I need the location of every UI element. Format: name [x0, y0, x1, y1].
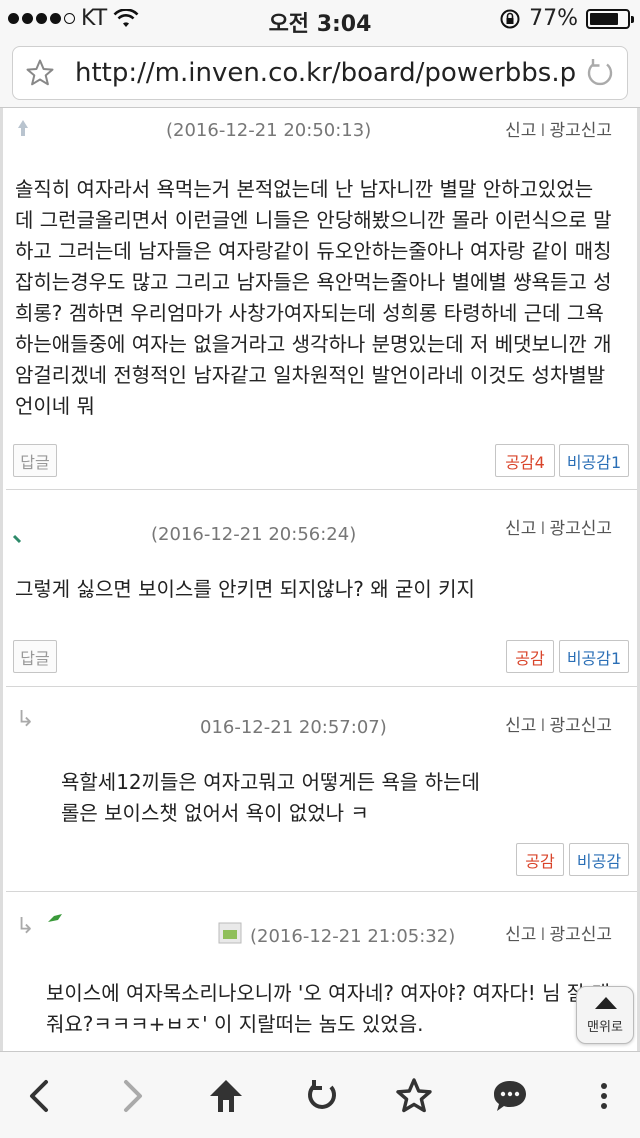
comment-report-links: 신고 I 광고신고	[505, 716, 612, 736]
reload-icon[interactable]	[583, 56, 617, 90]
like-button[interactable]: 공감4	[495, 444, 555, 477]
scroll-to-top-label: 맨위로	[587, 1020, 623, 1035]
status-bar: KT 오전 3:04 77%	[0, 0, 640, 40]
reply-button[interactable]: 답글	[13, 640, 57, 673]
comment-report-links: 신고 I 광고신고	[505, 519, 612, 539]
url-text[interactable]: http://m.inven.co.kr/board/powerbbs.p...	[75, 58, 575, 88]
battery-icon	[586, 8, 634, 29]
caret-up-icon	[595, 997, 617, 1009]
browser-address-area: http://m.inven.co.kr/board/powerbbs.p...	[0, 40, 640, 108]
comment-body: 그렇게 싫으면 보이스를 안키면 되지않나? 왜 굳이 키지	[15, 577, 475, 601]
bookmark-star-icon[interactable]	[25, 58, 55, 88]
comment-body: 보이스에 여자목소리나오니까 '오 여자네? 여자야? 여자다! 님 잘 대 줘…	[46, 981, 611, 1036]
back-icon[interactable]	[20, 1076, 60, 1116]
comment-date: 016-12-21 20:57:07)	[200, 717, 387, 738]
comment-date: (2016-12-21 20:50:13)	[166, 120, 372, 141]
more-icon[interactable]	[584, 1076, 624, 1116]
ad-report-link[interactable]: 광고신고	[549, 121, 612, 141]
dislike-button[interactable]: 비공감1	[559, 640, 629, 673]
report-link[interactable]: 신고	[505, 716, 536, 736]
rotation-lock-icon	[500, 9, 520, 28]
chat-icon[interactable]	[490, 1076, 530, 1116]
reply-arrow-icon: ↳	[16, 707, 35, 732]
comment-date: (2016-12-21 21:05:32)	[250, 926, 456, 947]
comment-body: 욕할세12끼들은 여자고뭐고 어떻게든 욕을 하는데 롤은 보이스챗 없어서 욕…	[61, 770, 480, 825]
comment-body: 솔직히 여자라서 욕먹는거 본적없는데 난 남자니깐 별말 안하고있었는 데 그…	[15, 177, 612, 418]
device-icon	[218, 922, 242, 944]
dislike-button[interactable]: 비공감	[569, 843, 629, 876]
user-level-icon	[48, 914, 62, 922]
user-level-icon	[18, 120, 28, 136]
comment-report-links: 신고 I 광고신고	[505, 121, 612, 141]
comment-item: (2016-12-21 20:50:13) 신고 I 광고신고 솔직히 여자라서 욕…	[6, 108, 637, 488]
scroll-to-top-button[interactable]: 맨위로	[576, 986, 634, 1044]
report-link[interactable]: 신고	[505, 121, 536, 141]
reply-comment-item: ↳ (2016-12-21 21:05:32) 신고 I 광고신고 보이스에 여자목…	[6, 891, 637, 1051]
comment-date: (2016-12-21 20:56:24)	[151, 524, 357, 545]
browser-toolbar	[0, 1051, 640, 1138]
dislike-button[interactable]: 비공감1	[559, 444, 629, 477]
report-link[interactable]: 신고	[505, 925, 536, 945]
reload-icon[interactable]	[302, 1076, 342, 1116]
reply-button[interactable]: 답글	[13, 444, 57, 477]
report-link[interactable]: 신고	[505, 519, 536, 539]
reply-comment-item: ↳ 016-12-21 20:57:07) 신고 I 광고신고 욕할세12끼들은 여…	[6, 686, 637, 890]
user-level-icon	[12, 534, 22, 544]
battery-percent: 77%	[529, 6, 578, 31]
like-button[interactable]: 공감	[506, 640, 554, 673]
ad-report-link[interactable]: 광고신고	[549, 716, 612, 736]
forward-icon[interactable]	[112, 1076, 152, 1116]
reply-arrow-icon: ↳	[16, 914, 35, 939]
comment-item: (2016-12-21 20:56:24) 신고 I 광고신고 그렇게 싫으면 보이…	[6, 489, 637, 685]
address-bar[interactable]: http://m.inven.co.kr/board/powerbbs.p...	[12, 46, 628, 100]
bookmark-star-icon[interactable]	[394, 1076, 434, 1116]
ad-report-link[interactable]: 광고신고	[549, 519, 612, 539]
like-button[interactable]: 공감	[516, 843, 564, 876]
comment-list: (2016-12-21 20:50:13) 신고 I 광고신고 솔직히 여자라서 욕…	[0, 108, 640, 1051]
home-icon[interactable]	[206, 1076, 246, 1116]
comment-report-links: 신고 I 광고신고	[505, 925, 612, 945]
ad-report-link[interactable]: 광고신고	[549, 925, 612, 945]
